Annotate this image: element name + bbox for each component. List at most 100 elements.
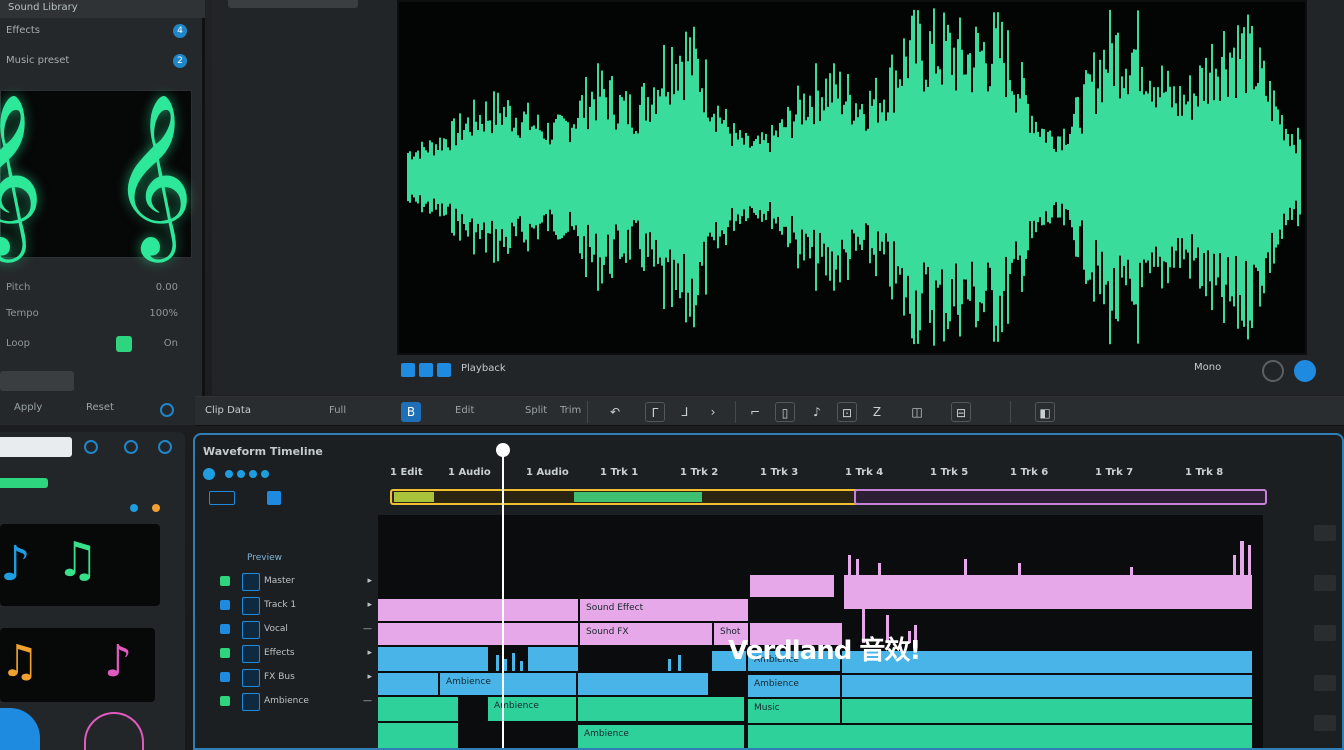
apply-button[interactable]: Apply <box>14 402 42 413</box>
status-dot <box>130 504 138 512</box>
ruler-tick: 1 Trk 2 <box>680 467 719 478</box>
track-arm-button[interactable] <box>242 693 260 711</box>
bracket-right-icon[interactable]: ⅃ <box>675 402 695 422</box>
row-label: Effects <box>6 25 40 36</box>
snap-icon[interactable]: ⊡ <box>837 402 857 422</box>
waveform-preview-panel: Playback Mono <box>212 0 1344 395</box>
count-badge: 4 <box>173 24 187 38</box>
track-color <box>220 624 230 634</box>
music-note-icon: ♪ <box>0 536 31 592</box>
track-name: Vocal <box>264 624 288 634</box>
prop-value: 100% <box>149 308 178 319</box>
panel-title: Sound Library <box>8 2 78 13</box>
ruler-tick: 1 Trk 5 <box>930 467 969 478</box>
record-button[interactable] <box>437 363 451 377</box>
music-note-icon: 𝄞 <box>0 93 44 256</box>
track-header[interactable]: Effects ▸ <box>220 645 380 663</box>
track-arm-button[interactable] <box>242 669 260 687</box>
toolbar-select-button[interactable]: B <box>401 402 421 422</box>
music-notes-icon: ♫ <box>0 636 40 687</box>
panel-tab[interactable] <box>228 0 358 8</box>
stop-button[interactable] <box>419 363 433 377</box>
toolbar-trim-label[interactable]: Trim <box>560 405 581 416</box>
toolbar-split-label[interactable]: Split <box>525 405 547 416</box>
undo-icon[interactable]: ↶ <box>605 402 625 422</box>
volume-meter[interactable] <box>1314 575 1336 591</box>
track-name: Master <box>264 576 295 586</box>
active-indicator <box>0 478 48 488</box>
chevron-right-icon[interactable]: ▸ <box>367 672 372 682</box>
track-lanes[interactable]: Sound Effect Sound FX Shot Ambience Ambi… <box>378 515 1263 748</box>
music-note-icon: ♪ <box>104 636 133 687</box>
volume-meter[interactable] <box>1314 715 1336 731</box>
sample-tile-2[interactable]: ♫ ♪ <box>0 628 155 702</box>
track-header[interactable]: FX Bus ▸ <box>220 669 380 687</box>
media-browser-panel: ♪ ♫ ♫ ♪ <box>0 432 185 750</box>
track-select-button[interactable] <box>267 491 281 505</box>
track-arm-button[interactable] <box>242 621 260 639</box>
bar-segment <box>394 492 434 502</box>
arrangement-bar[interactable] <box>390 489 1267 505</box>
property-row[interactable]: Pitch 0.00 <box>0 280 192 298</box>
waveform-display[interactable] <box>397 0 1307 355</box>
track-name: Ambience <box>264 696 309 706</box>
chevron-right-icon[interactable]: — <box>363 696 372 706</box>
track-header[interactable]: Track 1 ▸ <box>220 597 380 615</box>
fade-icon[interactable]: ⌐ <box>745 402 765 422</box>
track-header[interactable]: Ambience — <box>220 693 380 711</box>
playhead-line[interactable] <box>502 451 504 748</box>
prop-value: 0.00 <box>155 282 178 293</box>
ruler-tick: 1 Trk 4 <box>845 467 884 478</box>
gain-knob-icon[interactable] <box>1294 360 1316 382</box>
property-row[interactable]: Tempo 100% <box>0 306 192 324</box>
panel-toggle-icon[interactable]: ◧ <box>1035 402 1055 422</box>
record-dot-icon[interactable] <box>203 468 215 480</box>
sort-icon[interactable] <box>124 440 138 454</box>
bracket-left-icon[interactable]: Γ <box>645 402 665 422</box>
filter-icon[interactable] <box>84 440 98 454</box>
chevron-right-icon[interactable]: ▸ <box>367 576 372 586</box>
collapse-icon[interactable]: ⊟ <box>951 402 971 422</box>
volume-meter[interactable] <box>1314 625 1336 641</box>
chevron-right-icon[interactable]: ▸ <box>367 600 372 610</box>
ruler-tick: 1 Trk 7 <box>1095 467 1134 478</box>
library-row-effects[interactable]: Effects 4 <box>0 22 195 42</box>
pan-knob-icon[interactable] <box>1262 360 1284 382</box>
loop-toggle[interactable] <box>116 336 132 352</box>
track-mode-button[interactable] <box>209 491 235 505</box>
clip-icon[interactable]: ▯ <box>775 402 795 422</box>
volume-meter[interactable] <box>1314 525 1336 541</box>
chevron-right-icon[interactable]: › <box>703 402 723 422</box>
split-view-icon[interactable]: ◫ <box>907 402 927 422</box>
selection-range[interactable] <box>854 489 1267 505</box>
music-notes-icon: ♫ <box>56 532 100 588</box>
time-ruler[interactable]: 1 Edit 1 Audio 1 Audio 1 Trk 1 1 Trk 2 1… <box>390 467 1335 483</box>
volume-slider[interactable] <box>0 371 74 391</box>
note-icon[interactable]: ♪ <box>807 402 827 422</box>
knob-icon[interactable] <box>84 712 144 750</box>
track-volume-column <box>1272 515 1342 748</box>
settings-icon[interactable] <box>158 440 172 454</box>
reset-button[interactable]: Reset <box>86 402 114 413</box>
track-group-label: Preview <box>247 553 283 563</box>
chevron-right-icon[interactable]: — <box>363 624 372 634</box>
chevron-right-icon[interactable]: ▸ <box>367 648 372 658</box>
volume-meter[interactable] <box>1314 675 1336 691</box>
track-arm-button[interactable] <box>242 597 260 615</box>
track-header[interactable]: Vocal — <box>220 621 380 639</box>
zoom-icon[interactable]: Z <box>867 402 887 422</box>
track-header[interactable]: Master ▸ <box>220 573 380 591</box>
toolbar-edit-label[interactable]: Edit <box>455 405 474 416</box>
sample-tile-1[interactable]: ♪ ♫ <box>0 524 160 606</box>
search-input[interactable] <box>0 437 72 457</box>
toolbar-separator <box>735 401 736 423</box>
icon-preview: 𝄞 𝄞 <box>0 90 194 258</box>
track-arm-button[interactable] <box>242 573 260 591</box>
play-button[interactable] <box>401 363 415 377</box>
settings-icon[interactable] <box>160 403 174 417</box>
timeline-title: Waveform Timeline <box>203 445 323 458</box>
ruler-tick: 1 Trk 6 <box>1010 467 1049 478</box>
property-row[interactable]: Loop On <box>0 336 192 354</box>
library-row-music[interactable]: Music preset 2 <box>0 52 195 72</box>
track-arm-button[interactable] <box>242 645 260 663</box>
